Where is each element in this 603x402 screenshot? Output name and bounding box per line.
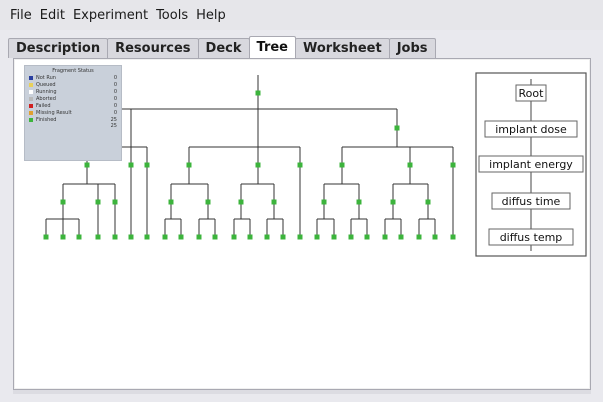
legend-swatch [29,89,33,94]
tree-node[interactable] [84,162,90,168]
legend-count: 0 [113,109,117,116]
legend-row: Failed 0 [25,102,121,109]
tree-node[interactable] [95,199,101,205]
tree-node[interactable] [247,234,253,240]
tree-node[interactable] [178,234,184,240]
legend-label: Not Run [36,74,56,81]
tree-node[interactable] [186,162,192,168]
tree-node[interactable] [238,199,244,205]
tree-node[interactable] [297,162,303,168]
tree-node[interactable] [280,234,286,240]
tree-node[interactable] [450,234,456,240]
menu-file[interactable]: File [10,8,32,23]
tree-node[interactable] [128,162,134,168]
tree-node[interactable] [128,234,134,240]
legend-swatch [29,96,33,101]
tree-node[interactable] [331,234,337,240]
tree-node[interactable] [348,234,354,240]
tab-description[interactable]: Description [8,38,109,58]
tree-node[interactable] [390,199,396,205]
tree-node[interactable] [144,162,150,168]
legend-row: Missing Result 0 [25,109,121,116]
legend-row: Aborted 0 [25,95,121,102]
tab-bar: Description Resources Deck Tree Workshee… [8,36,436,58]
legend-rows: Not Run 0 Queued 0 Running 0 Aborted 0 Failed 0 Mi… [25,74,121,123]
menu-edit[interactable]: Edit [40,8,65,23]
legend-label: Missing Result [36,109,72,116]
legend-total: 25 [110,123,117,129]
tree-node[interactable] [450,162,456,168]
legend-swatch [29,110,33,115]
legend-count: 0 [113,81,117,88]
tree-node[interactable] [43,234,49,240]
tree-node[interactable] [95,234,101,240]
legend-count: 0 [113,88,117,95]
tree-node[interactable] [382,234,388,240]
tree-node[interactable] [162,234,168,240]
menu-bar: File Edit Experiment Tools Help [0,0,603,30]
legend-label: Running [36,88,57,95]
legend-row: Not Run 0 [25,74,121,81]
legend-row: Running 0 [25,88,121,95]
tree-node[interactable] [425,199,431,205]
tree-node[interactable] [144,234,150,240]
legend-count: 0 [113,74,117,81]
hierarchy-level-label: implant dose [495,123,567,136]
legend-count: 0 [113,102,117,109]
tab-deck[interactable]: Deck [197,38,250,58]
hierarchy-level-label: implant energy [489,158,573,171]
legend-label: Queued [36,81,56,88]
tree-node[interactable] [255,162,261,168]
tree-panel: Root implant dose implant energy diffus tim… [13,58,591,390]
tab-worksheet[interactable]: Worksheet [294,38,390,58]
tree-node[interactable] [398,234,404,240]
tree-node[interactable] [60,234,66,240]
tree-node[interactable] [364,234,370,240]
tree-node[interactable] [407,162,413,168]
legend-swatch [29,75,33,80]
tree-node[interactable] [196,234,202,240]
tree-node[interactable] [60,199,66,205]
tree-node[interactable] [394,125,400,131]
hierarchy-box: Root implant dose implant energy diffus tim… [475,72,587,257]
legend-row: Finished 25 [25,116,121,123]
tree-node[interactable] [321,199,327,205]
tree-node[interactable] [314,234,320,240]
hierarchy-level-label: diffus temp [500,231,563,244]
legend-swatch [29,82,33,87]
tree-node[interactable] [212,234,218,240]
tree-node[interactable] [112,234,118,240]
tab-resources[interactable]: Resources [107,38,199,58]
legend-label: Finished [36,116,57,123]
legend-swatch [29,103,33,108]
legend-label: Failed [36,102,51,109]
tree-node[interactable] [231,234,237,240]
tab-tree[interactable]: Tree [248,36,296,58]
hierarchy-level-label: Root [519,87,545,100]
menu-help[interactable]: Help [196,8,226,23]
panel-bottom-border [13,390,591,394]
hierarchy-level-label: diffus time [502,195,561,208]
fragment-status-legend: Fragment Status Not Run 0 Queued 0 Running 0 A… [24,65,122,161]
legend-label: Aborted [36,95,56,102]
tree-node[interactable] [112,199,118,205]
tree-node[interactable] [255,90,261,96]
tab-jobs[interactable]: Jobs [388,38,436,58]
tree-node[interactable] [416,234,422,240]
menu-tools[interactable]: Tools [156,8,188,23]
tree-node[interactable] [271,199,277,205]
menu-experiment[interactable]: Experiment [73,8,148,23]
tree-node[interactable] [339,162,345,168]
tree-node[interactable] [356,199,362,205]
tree-node[interactable] [168,199,174,205]
tree-node[interactable] [297,234,303,240]
tree-node[interactable] [432,234,438,240]
tree-node[interactable] [76,234,82,240]
legend-count: 25 [110,116,117,123]
tree-node[interactable] [205,199,211,205]
legend-swatch [29,117,33,122]
legend-row: Queued 0 [25,81,121,88]
tree-node[interactable] [264,234,270,240]
legend-count: 0 [113,95,117,102]
